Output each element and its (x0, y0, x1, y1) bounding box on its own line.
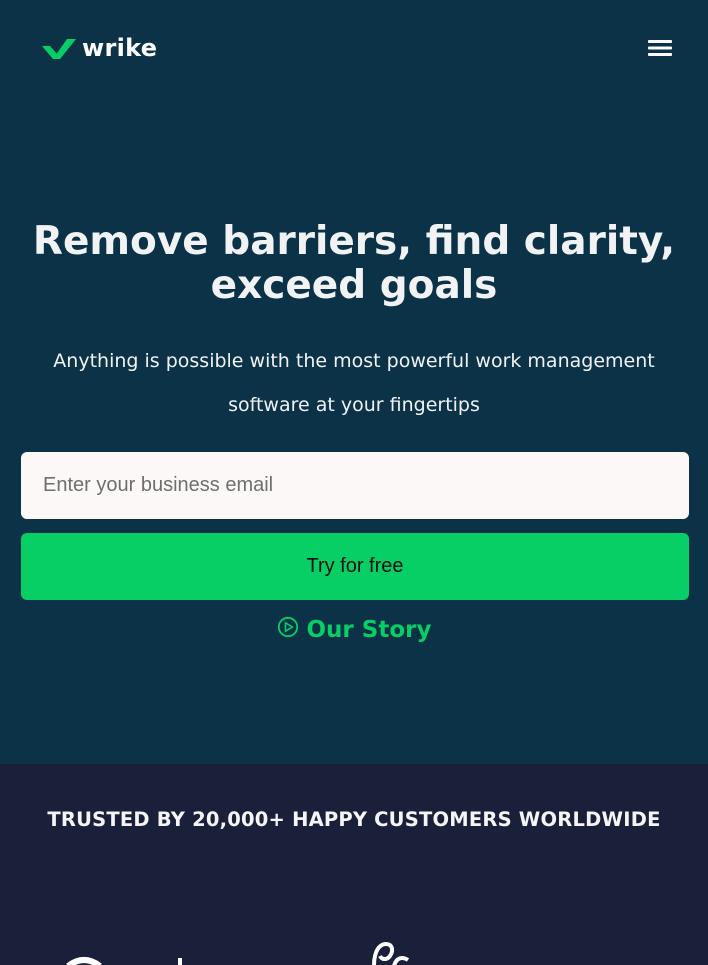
hamburger-menu-icon (648, 40, 672, 56)
trusted-by-title: TRUSTED BY 20,000+ HAPPY CUSTOMERS WORLD… (47, 808, 661, 831)
try-for-free-button[interactable]: Try for free (21, 533, 689, 600)
trusted-by-section: TRUSTED BY 20,000+ HAPPY CUSTOMERS WORLD… (0, 764, 708, 965)
customer-logo-center-icon (372, 942, 410, 965)
play-circle-icon (277, 616, 298, 638)
hero-subheadline: Anything is possible with the most power… (53, 350, 655, 416)
brand-name: wrike (82, 34, 158, 62)
hero-section: wrike Remove barriers, find clarity, exc… (0, 0, 708, 764)
customer-logo-left-icon (66, 957, 182, 965)
our-story-label: Our Story (306, 617, 432, 643)
menu-button[interactable] (644, 34, 676, 62)
our-story-link[interactable]: Our Story (0, 612, 708, 648)
hero-headline: Remove barriers, find clarity, exceed go… (32, 219, 676, 308)
wrike-logo[interactable]: wrike (42, 34, 157, 62)
wrike-checkmark-logo-icon (42, 39, 76, 59)
business-email-input[interactable] (21, 452, 689, 519)
